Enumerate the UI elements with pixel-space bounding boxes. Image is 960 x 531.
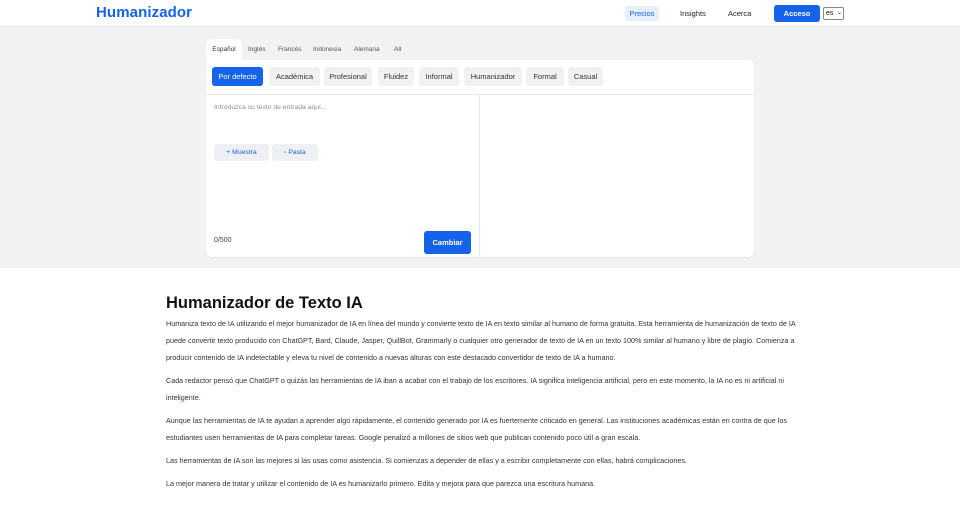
plus-icon: + [226, 149, 231, 156]
article-paragraph: Humaniza texto de IA utilizando el mejor… [166, 319, 796, 362]
article: Humanizador de Texto IA Humaniza texto d… [166, 293, 796, 498]
tab-language-indonesia[interactable]: Indonesia [313, 39, 341, 60]
logo[interactable]: Humanizador [96, 4, 192, 21]
sample-button[interactable]: + Muestra [214, 144, 269, 161]
mode-selector: Por defecto Académica Profesional Fluide… [206, 60, 754, 95]
nav-acerca[interactable]: Acerca [728, 6, 751, 21]
tab-language-espanol[interactable]: Español [206, 39, 242, 60]
article-paragraph: Cada redactor pensó que ChatGPT o quizás… [166, 376, 784, 402]
paste-button[interactable]: ▫ Pasta [272, 144, 318, 161]
sample-button-label: Muestra [232, 149, 257, 156]
language-select-value: es [826, 10, 834, 17]
input-text-area[interactable] [206, 95, 479, 228]
article-paragraph: Aunque las herramientas de IA te ayudan … [166, 416, 787, 442]
top-navbar: Humanizador Precios Insights Acerca Acce… [0, 0, 960, 27]
paste-button-label: Pasta [288, 149, 306, 156]
tab-language-alemana[interactable]: Alemana [354, 39, 380, 60]
article-title: Humanizador de Texto IA [166, 294, 363, 312]
chevron-down-icon: ⌄ [836, 10, 842, 16]
mode-academica[interactable]: Académica [269, 67, 320, 86]
nav-insights[interactable]: Insights [680, 6, 706, 21]
input-placeholder: Introduzca su texto de entrada aquí... [214, 104, 327, 111]
login-button[interactable]: Acceso [774, 5, 820, 22]
mode-profesional[interactable]: Profesional [324, 67, 372, 86]
tab-language-all[interactable]: All ⌄ [394, 39, 402, 74]
nav-precios[interactable]: Precios [625, 6, 659, 21]
article-paragraph: Las herramientas de IA son las mejores s… [166, 456, 687, 465]
submit-button[interactable]: Cambiar [424, 231, 471, 254]
tab-language-frances[interactable]: Francés [278, 39, 301, 60]
all-label: All [394, 46, 402, 53]
mode-humanizador[interactable]: Humanizador [464, 67, 522, 86]
mode-formal[interactable]: Formal [526, 67, 564, 86]
clipboard-icon: ▫ [284, 150, 287, 156]
tab-language-ingles[interactable]: Inglés [248, 39, 265, 60]
article-paragraph: La mejor manera de tratar y utilizar el … [166, 479, 596, 488]
mode-informal[interactable]: Informal [419, 67, 459, 86]
character-counter: 0/500 [214, 237, 232, 244]
language-select[interactable]: es ⌄ [823, 7, 844, 20]
editor-card: Por defecto Académica Profesional Fluide… [206, 60, 754, 257]
mode-fluidez[interactable]: Fluidez [378, 67, 414, 86]
mode-por-defecto[interactable]: Por defecto [212, 67, 263, 86]
mode-casual[interactable]: Casual [568, 67, 603, 86]
output-text-area[interactable] [480, 95, 754, 257]
